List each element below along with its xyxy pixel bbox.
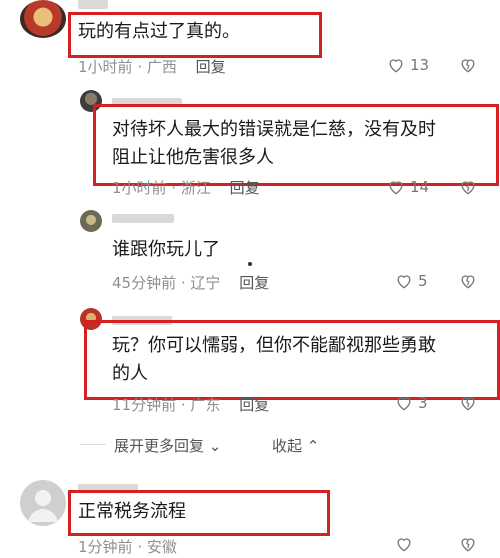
like-count: 13 — [410, 56, 430, 74]
reply-button[interactable]: 回复 — [239, 274, 269, 292]
comment-location: 浙江 — [180, 179, 211, 197]
comment-text-line-2: 的人 — [112, 363, 148, 384]
comment-location: 广东 — [190, 396, 221, 414]
like-count: 5 — [418, 272, 428, 290]
broken-heart-icon — [461, 59, 475, 73]
comment-meta: 1小时前 · 广西 回复 — [78, 58, 226, 76]
comment-time: 1小时前 — [112, 179, 167, 197]
avatar[interactable] — [80, 210, 102, 232]
broken-heart-icon — [461, 397, 475, 411]
separator-dot — [248, 262, 252, 266]
heart-icon — [389, 59, 403, 73]
comment-meta: 11分钟前 · 广东 回复 — [112, 396, 270, 414]
broken-heart-icon — [461, 538, 475, 552]
comment-meta: 1小时前 · 浙江 回复 — [112, 179, 260, 197]
reply-button[interactable]: 回复 — [239, 396, 269, 414]
comment-location: 广西 — [146, 58, 177, 76]
heart-icon — [397, 275, 411, 289]
dislike-button[interactable] — [458, 534, 478, 558]
comment-location: 辽宁 — [190, 274, 221, 292]
comment-time: 45分钟前 — [112, 274, 177, 292]
like-button[interactable] — [386, 55, 406, 79]
dislike-button[interactable] — [458, 271, 478, 295]
collapse-replies-label: 收起 — [272, 437, 303, 455]
avatar[interactable] — [20, 480, 66, 526]
collapse-replies-button[interactable]: 收起 ⌃ — [272, 435, 319, 456]
dislike-button[interactable] — [458, 177, 478, 201]
comment-time: 1小时前 — [78, 58, 133, 76]
heart-icon — [389, 181, 403, 195]
comment-text: 正常税务流程 — [78, 501, 186, 522]
like-count: 3 — [418, 394, 428, 412]
chevron-up-icon: ⌃ — [306, 437, 320, 455]
like-button[interactable] — [394, 393, 414, 417]
username[interactable] — [112, 214, 174, 223]
comment-location: 安徽 — [146, 538, 177, 556]
broken-heart-icon — [461, 181, 475, 195]
heart-icon — [397, 397, 411, 411]
reply-button[interactable]: 回复 — [230, 179, 260, 197]
divider — [80, 444, 106, 445]
username[interactable] — [78, 0, 108, 9]
chevron-down-icon: ⌄ — [208, 437, 222, 455]
heart-icon — [397, 538, 411, 552]
expand-replies-label: 展开更多回复 — [114, 437, 205, 455]
comment-time: 1分钟前 — [78, 538, 133, 556]
default-avatar-icon — [28, 490, 58, 522]
dislike-button[interactable] — [458, 55, 478, 79]
expand-replies-button[interactable]: 展开更多回复 ⌄ — [114, 435, 221, 456]
comment-text: 谁跟你玩儿了 — [112, 239, 220, 260]
broken-heart-icon — [461, 275, 475, 289]
like-button[interactable] — [386, 177, 406, 201]
avatar[interactable] — [20, 0, 66, 38]
comment-meta: 1分钟前 · 安徽 — [78, 538, 177, 556]
comment-text-line-1: 玩？你可以懦弱，但你不能鄙视那些勇敢 — [112, 335, 436, 356]
like-button[interactable] — [394, 271, 414, 295]
comment-text-line-1: 对待坏人最大的错误就是仁慈，没有及时 — [112, 119, 436, 140]
comment-time: 11分钟前 — [112, 396, 177, 414]
like-button[interactable] — [394, 534, 414, 558]
comment-text: 玩的有点过了真的。 — [78, 21, 240, 42]
comment-meta: 45分钟前 · 辽宁 回复 — [112, 274, 270, 292]
dislike-button[interactable] — [458, 393, 478, 417]
comment-text-line-2: 阻止让他危害很多人 — [112, 147, 274, 168]
reply-button[interactable]: 回复 — [196, 58, 226, 76]
like-count: 14 — [410, 178, 430, 196]
